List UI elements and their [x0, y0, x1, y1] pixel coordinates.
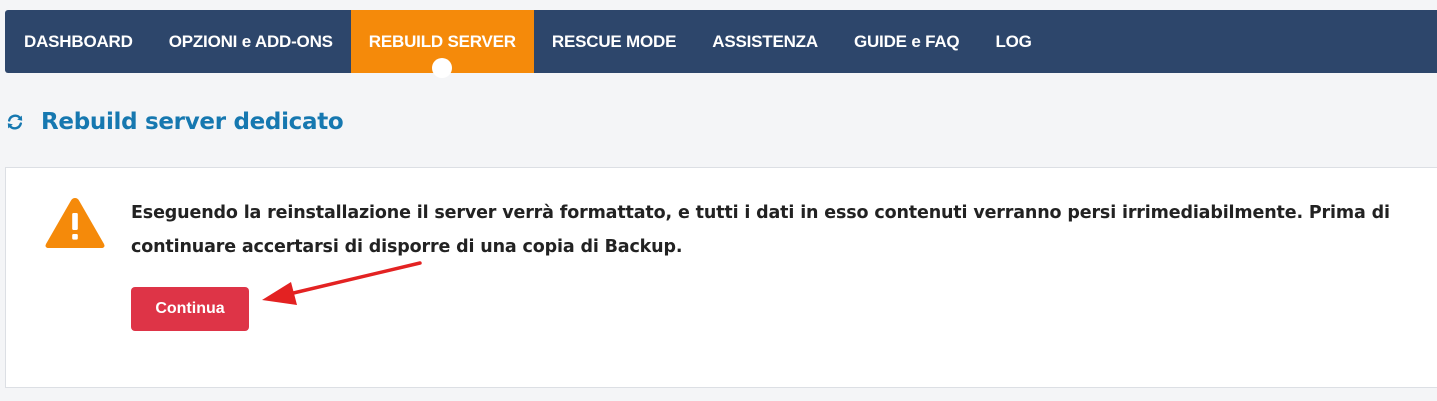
- page-title: Rebuild server dedicato: [41, 109, 344, 135]
- warning-triangle-icon: [45, 198, 105, 248]
- rebuild-warning-card: Eseguendo la reinstallazione il server v…: [5, 167, 1437, 388]
- nav-item-label: ASSISTENZA: [712, 31, 818, 51]
- nav-item-label: REBUILD SERVER: [368, 31, 516, 51]
- refresh-icon: [7, 114, 23, 130]
- page-heading: Rebuild server dedicato: [6, 105, 344, 139]
- nav-item-label: DASHBOARD: [24, 31, 133, 51]
- nav-item-label: OPZIONI e ADD-ONS: [168, 31, 333, 51]
- nav-item-assistenza[interactable]: ASSISTENZA: [694, 10, 836, 73]
- warning-message: Eseguendo la reinstallazione il server v…: [131, 203, 1390, 257]
- nav-item-dashboard[interactable]: DASHBOARD: [5, 10, 151, 73]
- nav-item-label: GUIDE e FAQ: [853, 31, 960, 51]
- continue-button[interactable]: Continua: [131, 287, 249, 331]
- annotation-arrow-icon: [262, 261, 422, 305]
- nav-item-guide-faq[interactable]: GUIDE e FAQ: [836, 10, 978, 73]
- nav-item-rebuild-server[interactable]: REBUILD SERVER: [350, 10, 534, 78]
- active-indicator-dot: [432, 58, 453, 78]
- nav-item-log[interactable]: LOG: [977, 10, 1049, 73]
- nav-item-opzioni-add-ons[interactable]: OPZIONI e ADD-ONS: [151, 10, 351, 73]
- nav-item-rescue-mode[interactable]: RESCUE MODE: [534, 10, 694, 73]
- nav-item-label: RESCUE MODE: [551, 31, 677, 51]
- top-navigation: DASHBOARD OPZIONI e ADD-ONS REBUILD SERV…: [5, 10, 1437, 78]
- nav-item-label: LOG: [995, 31, 1032, 51]
